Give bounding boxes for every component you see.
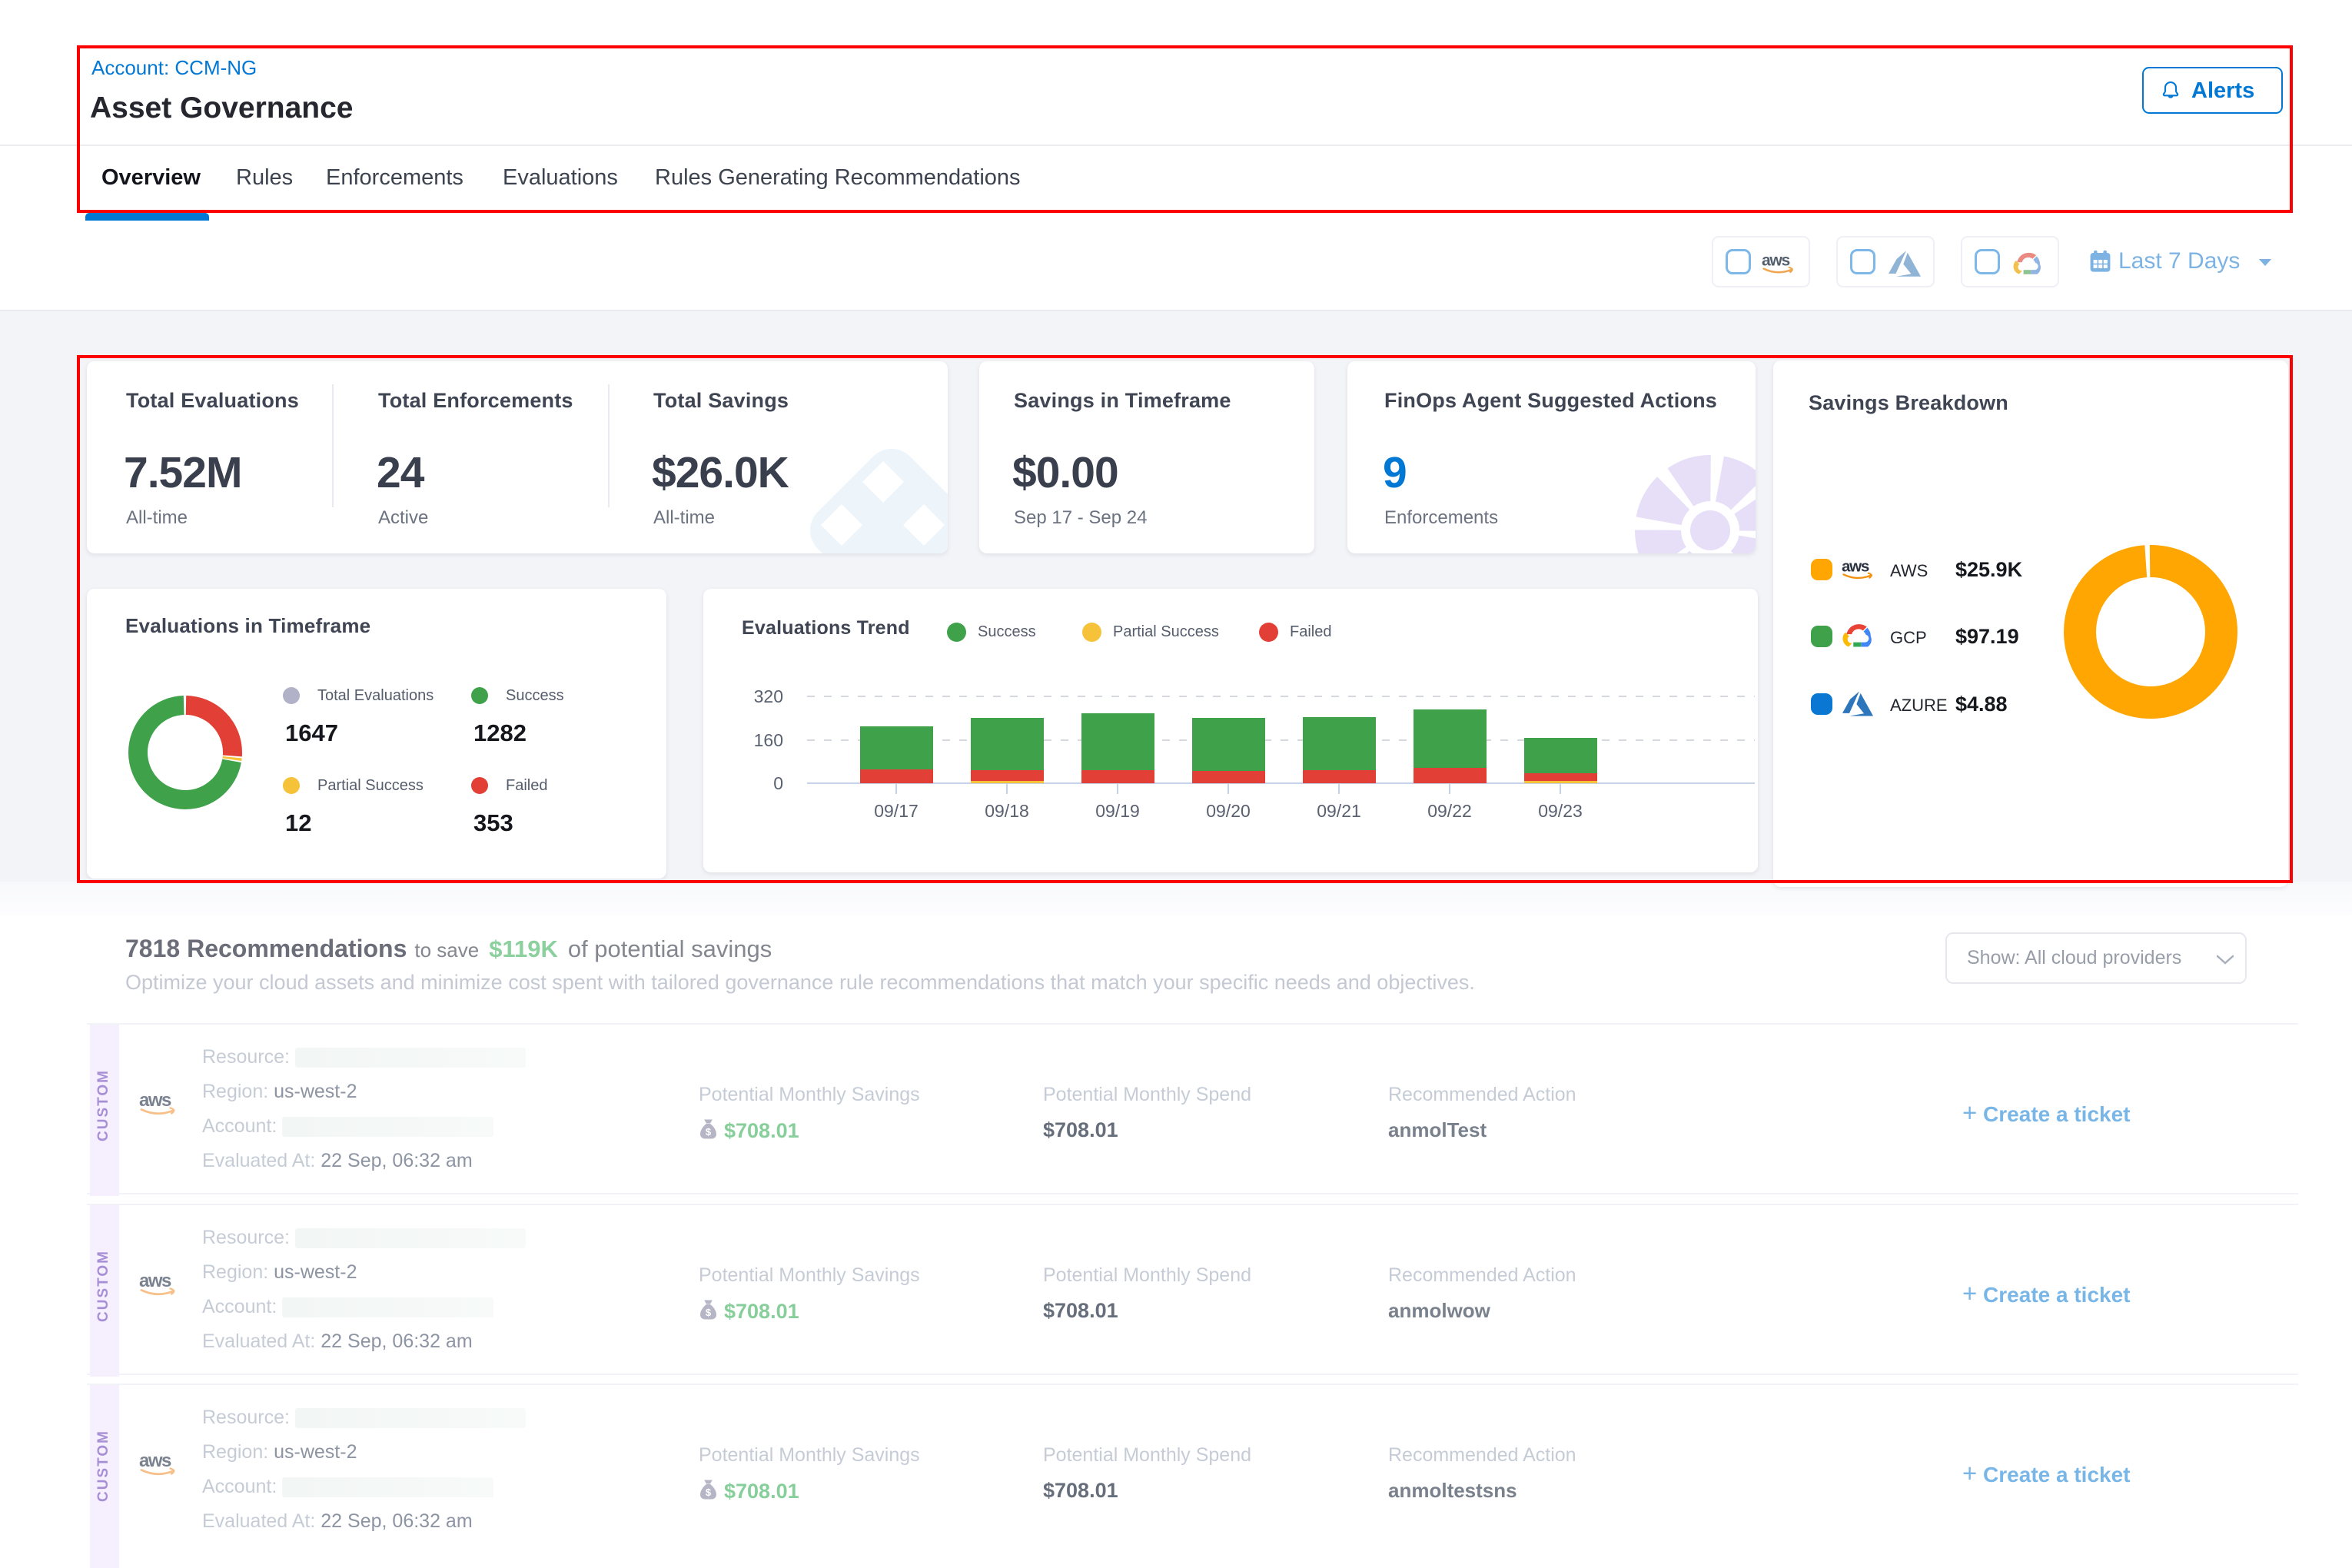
svg-text:$: $ (706, 1126, 712, 1138)
svg-text:aws: aws (139, 1090, 171, 1111)
svg-text:$: $ (706, 1487, 712, 1498)
svg-text:aws: aws (139, 1450, 171, 1471)
svg-text:$: $ (706, 1307, 712, 1318)
svg-text:aws: aws (1762, 252, 1790, 270)
svg-text:aws: aws (139, 1271, 171, 1291)
